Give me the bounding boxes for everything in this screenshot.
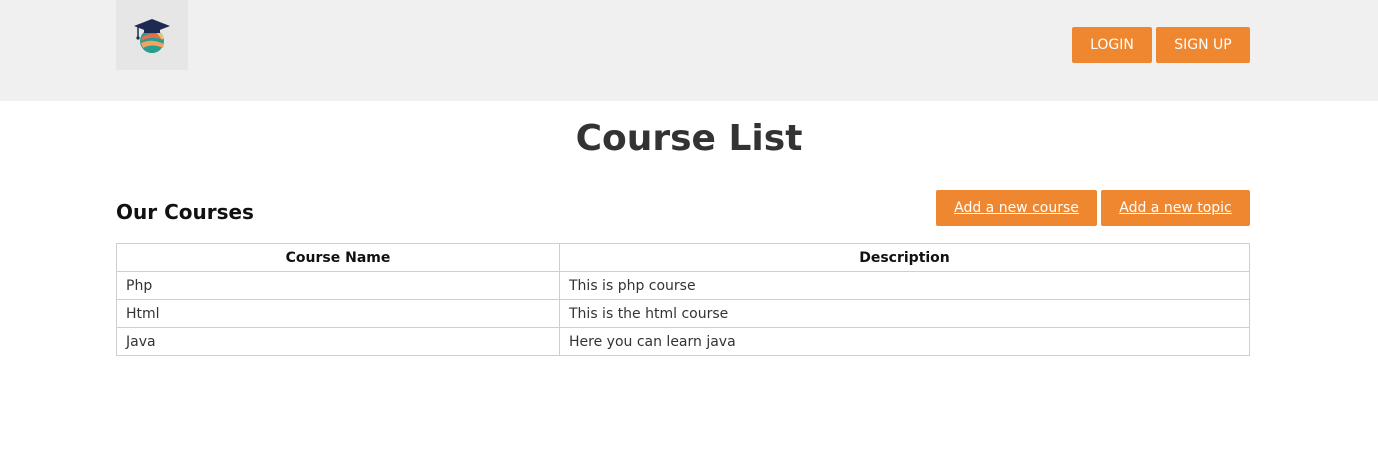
section-title: Our Courses: [116, 200, 254, 224]
courses-table: Course Name Description Php This is php …: [116, 243, 1250, 356]
course-name-cell: Html: [116, 299, 560, 328]
add-topic-button[interactable]: Add a new topic: [1101, 190, 1250, 226]
add-course-button[interactable]: Add a new course: [936, 190, 1097, 226]
course-name-cell: Php: [116, 271, 560, 300]
table-row: Php This is php course: [116, 271, 1250, 300]
top-navbar: LOGIN SIGN UP: [0, 0, 1378, 101]
table-row: Java Here you can learn java: [116, 327, 1250, 356]
column-header-description: Description: [559, 243, 1250, 272]
course-name-cell: Java: [116, 327, 560, 356]
site-logo[interactable]: [116, 0, 188, 70]
course-description-cell: This is php course: [559, 271, 1250, 300]
table-header-row: Course Name Description: [116, 243, 1250, 272]
course-description-cell: This is the html course: [559, 299, 1250, 328]
column-header-course-name: Course Name: [116, 243, 560, 272]
login-button[interactable]: LOGIN: [1072, 27, 1152, 63]
signup-button[interactable]: SIGN UP: [1156, 27, 1250, 63]
course-description-cell: Here you can learn java: [559, 327, 1250, 356]
graduation-globe-logo-icon: [134, 19, 170, 53]
table-row: Html This is the html course: [116, 299, 1250, 328]
page-title: Course List: [575, 118, 803, 159]
